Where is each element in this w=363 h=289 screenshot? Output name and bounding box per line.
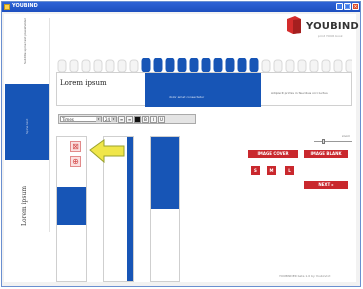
- zoom-label: zoom: [342, 134, 351, 138]
- crenel-tooth: [345, 59, 352, 72]
- page-column-1-blue-block[interactable]: [57, 187, 86, 225]
- next-button[interactable]: NEXT ▸: [304, 181, 348, 189]
- crenel-tooth: [69, 59, 79, 72]
- banner-body[interactable]: dolor amet consectetur Lorem ipsum Adipi…: [56, 72, 352, 107]
- page-column-3-blue-block[interactable]: [151, 137, 179, 209]
- crenel-tooth: [57, 59, 67, 72]
- crenel-tooth: [321, 59, 331, 72]
- size-large-button[interactable]: L: [285, 166, 294, 175]
- crenel-tooth: [273, 59, 283, 72]
- app-icon: [4, 4, 10, 10]
- crenel-tooth: [297, 59, 307, 72]
- crenel-tooth: [309, 59, 319, 72]
- crenel-tooth: [201, 58, 211, 72]
- bold-button[interactable]: B: [142, 115, 149, 123]
- crenel-tooth: [141, 58, 151, 72]
- chevron-down-icon[interactable]: ▾: [96, 117, 101, 122]
- delete-icon[interactable]: ⊠: [70, 141, 81, 152]
- font-size-select[interactable]: 24 ▾: [103, 116, 117, 122]
- crenel-tooth: [213, 58, 223, 72]
- crenel-tooth: [225, 58, 235, 72]
- spine-bottom-label: Lorem ipsum: [21, 185, 28, 226]
- size-small-button[interactable]: S: [251, 166, 260, 175]
- spine-mid-label: Spine text: [25, 118, 29, 134]
- arrow-right-icon: ▸: [331, 182, 334, 187]
- arrow-pointer-icon: [89, 139, 125, 164]
- crenel-tooth: [129, 59, 139, 72]
- maximize-button[interactable]: □: [344, 3, 351, 10]
- banner-title[interactable]: Lorem ipsum: [60, 79, 107, 87]
- brand-name: YOUBIND: [306, 21, 359, 32]
- youbind-logo-icon: [287, 16, 301, 34]
- banner-side-caption: Adipiscit primis in faucibus orci luctus: [271, 91, 328, 95]
- crenel-tooth: [333, 59, 343, 72]
- zoom-slider-knob[interactable]: [322, 139, 325, 144]
- crenel-tooth: [249, 58, 259, 72]
- banner-blue-panel[interactable]: dolor amet consectetur: [145, 73, 261, 107]
- title-bar[interactable]: YOUBIND _ □ ×: [2, 2, 360, 12]
- column-tools: ⊠ ⊕: [70, 141, 81, 173]
- crenellation-decoration: [57, 58, 352, 72]
- spine-top-section[interactable]: Subtitle spine text placeholder: [5, 18, 49, 78]
- cover-banner[interactable]: dolor amet consectetur Lorem ipsum Adipi…: [56, 58, 352, 110]
- spine-top-label: Subtitle spine text placeholder: [23, 17, 27, 64]
- text-color-button[interactable]: [134, 115, 141, 123]
- crenel-tooth: [165, 58, 175, 72]
- page-column-3[interactable]: [150, 136, 180, 282]
- crenel-tooth: [177, 58, 187, 72]
- zoom-slider[interactable]: [314, 139, 352, 144]
- font-select-value: Times: [62, 117, 74, 122]
- banner-blue-caption: dolor amet consectetur: [169, 95, 205, 99]
- align-left-button[interactable]: ≡: [118, 115, 125, 123]
- text-format-toolbar: Times ▾ 24 ▾ ≡ ≡ B I U: [58, 114, 196, 124]
- crenel-tooth: [237, 58, 247, 72]
- window-title: YOUBIND: [12, 3, 38, 9]
- crenel-tooth: [153, 58, 163, 72]
- crenel-tooth: [261, 59, 271, 72]
- font-select[interactable]: Times ▾: [60, 116, 102, 122]
- minimize-button[interactable]: _: [336, 3, 343, 10]
- size-medium-button[interactable]: M: [267, 166, 276, 175]
- spine-middle-section[interactable]: Spine text: [5, 84, 49, 160]
- window-controls: _ □ ×: [336, 3, 359, 10]
- add-icon[interactable]: ⊕: [70, 156, 81, 167]
- chevron-down-icon[interactable]: ▾: [111, 117, 116, 122]
- underline-button[interactable]: U: [158, 115, 165, 123]
- image-blank-button[interactable]: IMAGE BLANK: [304, 150, 348, 158]
- font-size-value: 24: [105, 117, 111, 122]
- crenel-tooth: [117, 59, 127, 72]
- close-button[interactable]: ×: [352, 3, 359, 10]
- brand-tagline: print YOUR book: [318, 34, 343, 38]
- crenel-tooth: [93, 59, 103, 72]
- next-button-label: NEXT: [318, 182, 331, 187]
- book-spine[interactable]: Subtitle spine text placeholder Spine te…: [5, 18, 50, 232]
- image-cover-button[interactable]: IMAGE COVER: [248, 150, 298, 158]
- align-center-button[interactable]: ≡: [126, 115, 133, 123]
- crenel-tooth: [285, 59, 295, 72]
- crenel-tooth: [189, 58, 199, 72]
- footer-credit: YOUBINDER beta 1.0 by Youbind.it: [279, 274, 331, 278]
- crenel-tooth: [81, 59, 91, 72]
- spine-bottom-section[interactable]: Lorem ipsum: [5, 164, 49, 232]
- italic-button[interactable]: I: [150, 115, 157, 123]
- crenel-tooth: [105, 59, 115, 72]
